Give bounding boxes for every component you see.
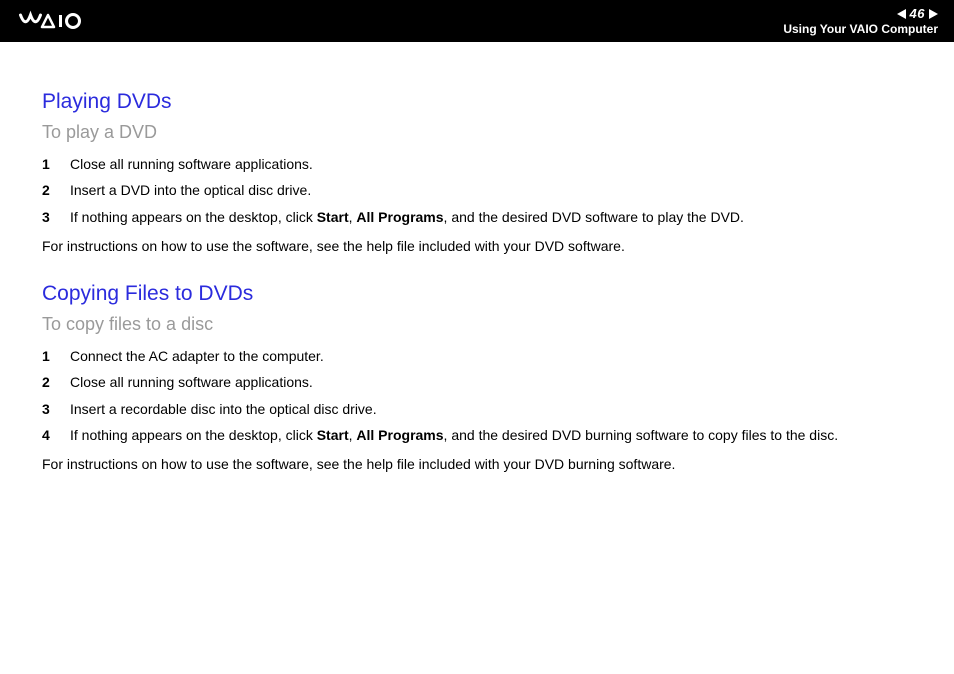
- step-text-post: , and the desired DVD software to play t…: [444, 209, 744, 225]
- step-text: Insert a DVD into the optical disc drive…: [70, 180, 912, 200]
- step-item: 3 If nothing appears on the desktop, cli…: [42, 204, 912, 230]
- header-chapter-label: Using Your VAIO Computer: [783, 22, 938, 36]
- step-text: Close all running software applications.: [70, 372, 912, 392]
- step-text-pre: If nothing appears on the desktop, click: [70, 427, 317, 443]
- step-text: Insert a recordable disc into the optica…: [70, 399, 912, 419]
- step-bold: All Programs: [356, 427, 443, 443]
- step-number: 2: [42, 180, 56, 200]
- step-text: Close all running software applications.: [70, 154, 912, 174]
- step-item: 1 Connect the AC adapter to the computer…: [42, 343, 912, 369]
- step-number: 3: [42, 207, 56, 227]
- header-right: 46 Using Your VAIO Computer: [783, 6, 938, 36]
- step-bold: Start: [317, 427, 349, 443]
- header-bar: 46 Using Your VAIO Computer: [0, 0, 954, 42]
- step-number: 1: [42, 154, 56, 174]
- vaio-logo-svg: [18, 10, 118, 32]
- page-number: 46: [910, 6, 925, 21]
- subsection-title: To play a DVD: [42, 122, 912, 143]
- step-item: 2 Insert a DVD into the optical disc dri…: [42, 177, 912, 203]
- subsection-title: To copy files to a disc: [42, 314, 912, 335]
- next-page-arrow-icon[interactable]: [929, 9, 938, 19]
- steps-list: 1 Connect the AC adapter to the computer…: [42, 343, 912, 448]
- step-text-post: , and the desired DVD burning software t…: [444, 427, 839, 443]
- step-text: If nothing appears on the desktop, click…: [70, 207, 912, 227]
- step-number: 3: [42, 399, 56, 419]
- page-content: Playing DVDs To play a DVD 1 Close all r…: [0, 42, 954, 495]
- section-note: For instructions on how to use the softw…: [42, 236, 912, 256]
- step-item: 1 Close all running software application…: [42, 151, 912, 177]
- section-note: For instructions on how to use the softw…: [42, 454, 912, 474]
- step-bold: Start: [317, 209, 349, 225]
- section-copying-files: Copying Files to DVDs To copy files to a…: [42, 282, 912, 474]
- section-title: Copying Files to DVDs: [42, 282, 912, 306]
- page-navigation: 46: [897, 6, 938, 21]
- step-text: If nothing appears on the desktop, click…: [70, 425, 912, 445]
- prev-page-arrow-icon[interactable]: [897, 9, 906, 19]
- section-title: Playing DVDs: [42, 90, 912, 114]
- vaio-logo: [18, 10, 118, 32]
- step-item: 3 Insert a recordable disc into the opti…: [42, 396, 912, 422]
- steps-list: 1 Close all running software application…: [42, 151, 912, 230]
- step-number: 4: [42, 425, 56, 445]
- step-item: 4 If nothing appears on the desktop, cli…: [42, 422, 912, 448]
- section-playing-dvds: Playing DVDs To play a DVD 1 Close all r…: [42, 90, 912, 256]
- step-text: Connect the AC adapter to the computer.: [70, 346, 912, 366]
- step-number: 2: [42, 372, 56, 392]
- step-item: 2 Close all running software application…: [42, 369, 912, 395]
- step-text-pre: If nothing appears on the desktop, click: [70, 209, 317, 225]
- step-number: 1: [42, 346, 56, 366]
- step-bold: All Programs: [356, 209, 443, 225]
